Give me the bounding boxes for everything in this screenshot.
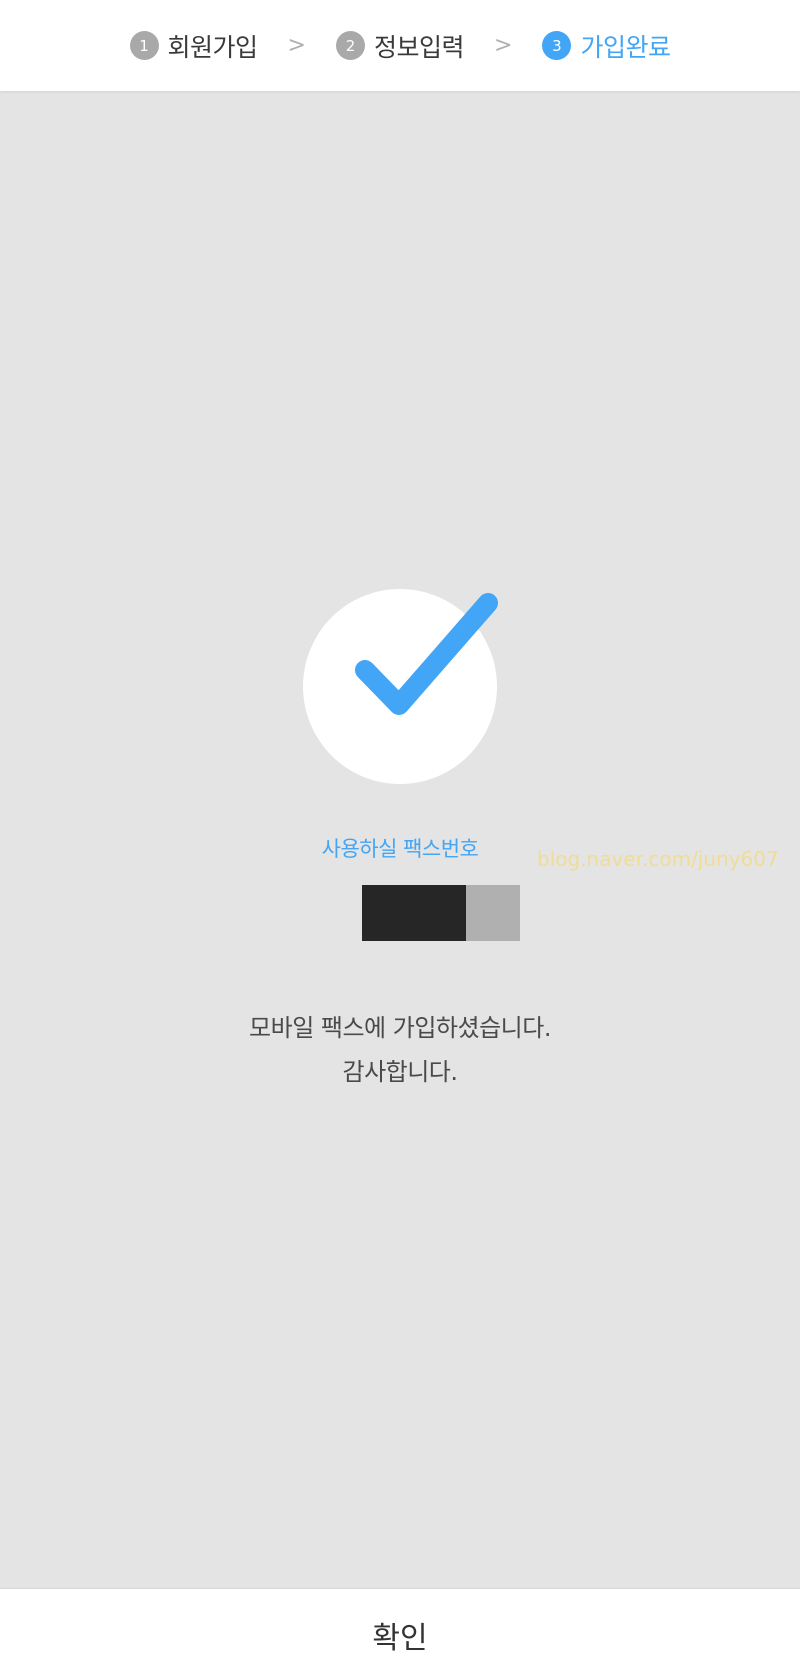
confirm-button[interactable]: 확인 (372, 1613, 427, 1657)
success-circle (303, 589, 497, 784)
step-info-input: 2 정보입력 (335, 28, 465, 64)
step-label: 회원가입 (167, 32, 259, 62)
chevron-right-icon: > (287, 33, 306, 58)
signup-progress-stepper: 1 회원가입 > 2 정보입력 > 3 가입완료 (0, 0, 800, 91)
redaction-block (362, 885, 466, 941)
step-number-badge: 2 (335, 31, 365, 60)
completion-message: 모바일 팩스에 가입하셨습니다. 감사합니다. (0, 1006, 800, 1094)
blog-watermark: blog.naver.com/juny607 (537, 847, 779, 871)
fax-number-redacted (362, 885, 520, 941)
redaction-block (466, 885, 520, 941)
completion-message-line: 모바일 팩스에 가입하셨습니다. (249, 1014, 551, 1042)
step-signup: 1 회원가입 (129, 28, 259, 64)
step-number-badge: 1 (129, 31, 159, 60)
footer-bar: 확인 (0, 1588, 800, 1680)
step-number-badge: 3 (542, 31, 572, 60)
step-complete: 3 가입완료 (542, 28, 671, 64)
step-label: 정보입력 (373, 32, 465, 62)
thanks-message-line: 감사합니다. (342, 1058, 458, 1086)
step-label: 가입완료 (580, 32, 671, 62)
chevron-right-icon: > (494, 33, 513, 58)
